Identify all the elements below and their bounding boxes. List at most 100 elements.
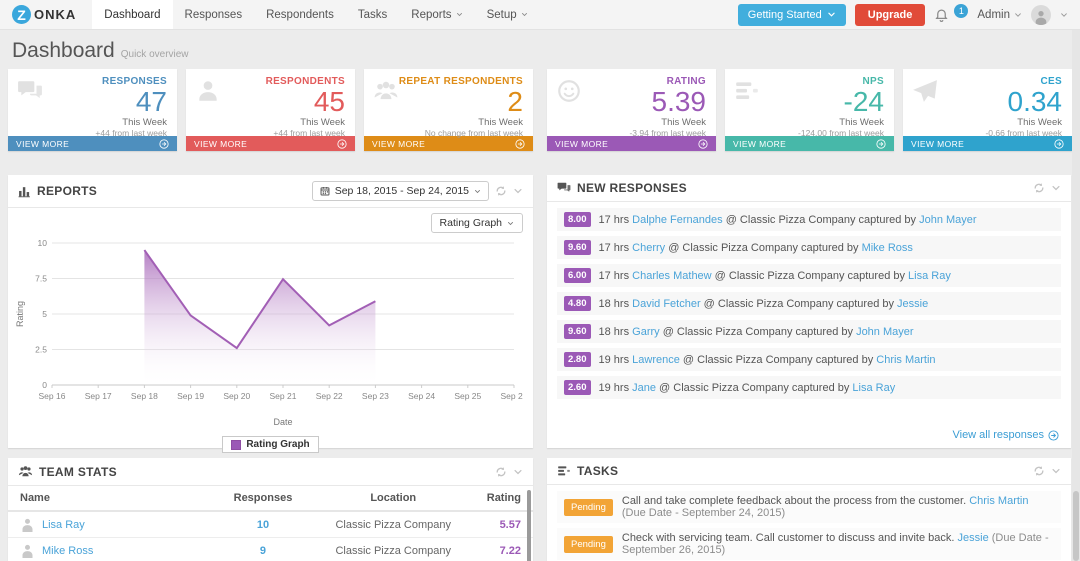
svg-text:Rating: Rating xyxy=(15,301,25,327)
bar-chart-icon xyxy=(18,185,31,198)
card-delta: -0.66 from last week xyxy=(985,128,1062,139)
page-header: Dashboard Quick overview xyxy=(0,30,1080,69)
score-badge: 4.80 xyxy=(564,296,591,311)
graph-type-dropdown[interactable]: Rating Graph xyxy=(430,213,523,233)
new-responses-panel: NEW RESPONSES 8.00 17 hrs Dalphe Fernande… xyxy=(547,175,1071,448)
view-all-responses-link[interactable]: View all responses xyxy=(952,429,1059,441)
column-responses: Responses xyxy=(233,492,293,504)
respondent-link[interactable]: Jane xyxy=(632,382,656,394)
stat-card-respondents: RESPONDENTS 45 This Week +44 from last week… xyxy=(186,69,355,151)
collapse-chevron-icon[interactable] xyxy=(513,186,523,196)
arrow-circle-icon xyxy=(876,138,886,149)
tasks-panel: TASKS Pending Call and take complete feed… xyxy=(547,458,1071,561)
response-row[interactable]: 9.60 17 hrs Cherry @ Classic Pizza Compan… xyxy=(557,236,1061,259)
new-responses-title: NEW RESPONSES xyxy=(577,181,687,195)
refresh-icon[interactable] xyxy=(495,185,507,197)
card-period: This Week xyxy=(300,117,345,129)
user-avatar[interactable] xyxy=(1031,4,1051,25)
assignee-link[interactable]: Jessie xyxy=(958,532,989,544)
chevron-down-icon xyxy=(1014,11,1022,19)
response-row[interactable]: 9.60 18 hrs Garry @ Classic Pizza Company… xyxy=(557,320,1061,343)
task-row[interactable]: Pending Call and take complete feedback a… xyxy=(557,491,1061,523)
admin-label: Admin xyxy=(977,8,1010,21)
admin-menu[interactable]: Admin xyxy=(977,9,1022,21)
response-row[interactable]: 6.00 17 hrs Charles Mathew @ Classic Pizz… xyxy=(557,264,1061,287)
member-responses-link[interactable]: 9 xyxy=(200,545,325,557)
respondent-link[interactable]: Cherry xyxy=(632,242,665,254)
chevron-down-icon xyxy=(507,220,514,227)
respondent-link[interactable]: Dalphe Fernandes xyxy=(632,214,723,226)
refresh-icon[interactable] xyxy=(495,466,507,478)
respondent-link[interactable]: Charles Mathew xyxy=(632,270,711,282)
rating-chart: 0 2.5 5 7.5 10 Sep 16 Sep 17 Sep 18 Sep 19 Sep 20… xyxy=(8,233,533,434)
svg-text:5: 5 xyxy=(42,309,47,319)
task-status-badge: Pending xyxy=(564,498,613,516)
assignee-link[interactable]: Chris Martin xyxy=(969,495,1028,507)
stat-cards-row: RESPONSES 47 This Week +44 from last week VI… xyxy=(0,69,1080,151)
capturer-link[interactable]: Lisa Ray xyxy=(908,270,951,282)
svg-text:7.5: 7.5 xyxy=(35,274,47,284)
paper-plane-icon xyxy=(912,78,938,109)
response-row[interactable]: 4.80 18 hrs David Fetcher @ Classic Pizza… xyxy=(557,292,1061,315)
comments-icon xyxy=(17,78,43,109)
collapse-chevron-icon[interactable] xyxy=(1051,183,1061,193)
collapse-chevron-icon[interactable] xyxy=(1051,466,1061,476)
page-scrollbar-thumb[interactable] xyxy=(1073,491,1079,561)
member-name-link[interactable]: Lisa Ray xyxy=(20,517,200,532)
refresh-icon[interactable] xyxy=(1033,182,1045,194)
avatar-chevron-down-icon[interactable] xyxy=(1060,11,1068,19)
stat-card-responses: RESPONSES 47 This Week +44 from last week VI… xyxy=(8,69,177,151)
respondent-link[interactable]: David Fetcher xyxy=(632,298,700,310)
score-badge: 2.80 xyxy=(564,352,591,367)
capturer-link[interactable]: Jessie xyxy=(897,298,928,310)
respondent-link[interactable]: Garry xyxy=(632,326,660,338)
upgrade-button[interactable]: Upgrade xyxy=(854,3,926,26)
view-more-label: VIEW MORE xyxy=(16,138,70,149)
legend-swatch xyxy=(231,439,242,450)
member-responses-link[interactable]: 10 xyxy=(200,519,325,531)
person-icon xyxy=(1033,9,1049,25)
stat-card-nps: NPS -24 This Week -124.00 from last week VIE… xyxy=(725,69,894,151)
card-delta: -124.00 from last week xyxy=(798,128,884,139)
response-text: 18 hrs Garry @ Classic Pizza Company cap… xyxy=(598,325,914,338)
capturer-link[interactable]: John Mayer xyxy=(856,326,913,338)
response-text: 17 hrs Charles Mathew @ Classic Pizza Co… xyxy=(598,269,951,282)
response-text: 18 hrs David Fetcher @ Classic Pizza Com… xyxy=(598,297,929,310)
response-row[interactable]: 2.80 19 hrs Lawrence @ Classic Pizza Comp… xyxy=(557,348,1061,371)
card-period: This Week xyxy=(122,117,167,129)
capturer-link[interactable]: Lisa Ray xyxy=(852,382,895,394)
nav-item-setup[interactable]: Setup xyxy=(475,0,540,29)
nav-item-reports[interactable]: Reports xyxy=(399,0,474,29)
stat-card-repeat-respondents: REPEAT RESPONDENTS 2 This Week No change fr… xyxy=(364,69,533,151)
respondent-link[interactable]: Lawrence xyxy=(632,354,680,366)
capturer-link[interactable]: Chris Martin xyxy=(876,354,935,366)
capturer-link[interactable]: Mike Ross xyxy=(862,242,913,254)
arrow-circle-icon xyxy=(1048,429,1059,441)
response-row[interactable]: 8.00 17 hrs Dalphe Fernandes @ Classic Pi… xyxy=(557,208,1061,231)
zonka-logo-mark-icon: Z xyxy=(12,5,31,24)
view-more-label: VIEW MORE xyxy=(555,138,609,149)
refresh-icon[interactable] xyxy=(1033,465,1045,477)
date-range-picker[interactable]: Sep 18, 2015 - Sep 24, 2015 xyxy=(311,181,489,201)
getting-started-button[interactable]: Getting Started xyxy=(737,3,846,26)
page-title: Dashboard xyxy=(12,39,115,62)
team-stats-scrollbar[interactable] xyxy=(527,490,531,561)
score-badge: 2.60 xyxy=(564,380,591,395)
nav-item-responses[interactable]: Responses xyxy=(173,0,255,29)
chart-legend[interactable]: Rating Graph xyxy=(222,436,319,453)
nav-item-dashboard[interactable]: Dashboard xyxy=(92,0,173,29)
response-row[interactable]: 2.60 19 hrs Jane @ Classic Pizza Company … xyxy=(557,376,1061,399)
task-row[interactable]: Pending Check with servicing team. Call c… xyxy=(557,528,1061,560)
nav-item-respondents[interactable]: Respondents xyxy=(254,0,346,29)
card-period: This Week xyxy=(1017,117,1062,129)
collapse-chevron-icon[interactable] xyxy=(513,467,523,477)
view-all-label: View all responses xyxy=(952,429,1044,441)
page-scrollbar[interactable] xyxy=(1072,30,1080,561)
notifications-bell-icon[interactable] xyxy=(934,7,949,22)
zonka-logo[interactable]: Z ONKA xyxy=(0,0,92,29)
capturer-link[interactable]: John Mayer xyxy=(919,214,976,226)
users-icon xyxy=(373,78,399,109)
nav-item-tasks[interactable]: Tasks xyxy=(346,0,399,29)
stat-card-rating: RATING 5.39 This Week -3.94 from last week V… xyxy=(547,69,716,151)
member-name-link[interactable]: Mike Ross xyxy=(20,543,200,558)
